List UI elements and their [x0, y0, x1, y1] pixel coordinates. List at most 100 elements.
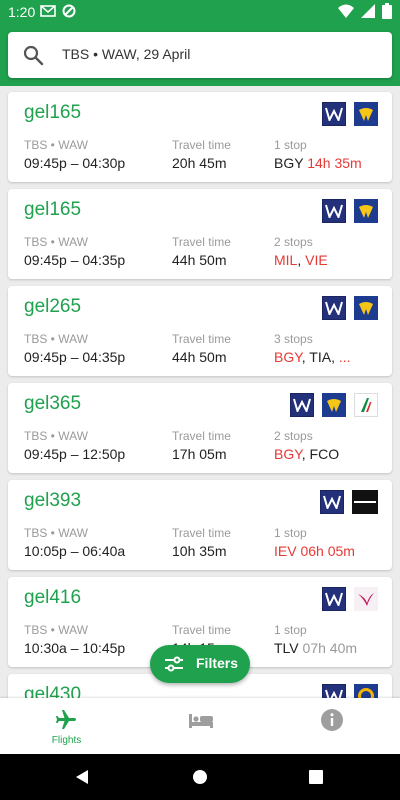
stop-segment: ... — [338, 349, 351, 365]
flight-card[interactable]: gel265 TBS • WAW 09:45p – 04:35p Travel tim… — [8, 286, 392, 376]
status-time: 1:20 — [8, 4, 36, 20]
signal-icon — [361, 4, 375, 18]
flight-times: 09:45p – 12:50p — [24, 446, 126, 462]
alitalia-logo-icon — [354, 393, 378, 417]
duration-column: Travel time 17h 05m — [172, 429, 231, 462]
nav-flights[interactable]: Flights — [0, 698, 133, 754]
stops-column: 1 stop IEV 06h 05m — [274, 526, 355, 559]
flight-price: gel165 — [24, 102, 82, 123]
flight-price: gel365 — [24, 393, 82, 414]
duration-column: Travel time 44h 50m — [172, 332, 231, 365]
stops-detail: IEV 06h 05m — [274, 543, 355, 559]
flight-list[interactable]: gel165 TBS • WAW 09:45p – 04:30p Travel tim… — [0, 86, 400, 698]
ryanair-logo-icon — [354, 296, 378, 320]
route-label: TBS • WAW — [24, 623, 88, 637]
stop-segment: BGY — [274, 155, 308, 171]
airline-logos — [320, 490, 378, 514]
airplane-icon — [56, 710, 76, 729]
route-column: TBS • WAW 09:45p – 12:50p — [24, 429, 125, 462]
nav-info[interactable] — [266, 698, 399, 754]
stops-column: 2 stops MIL, VIE — [274, 235, 328, 268]
system-nav-bar — [0, 754, 400, 800]
travel-duration: 10h 35m — [172, 543, 227, 559]
info-icon — [321, 709, 343, 731]
airline-logos — [322, 102, 378, 126]
wizz-air-logo-icon — [322, 684, 346, 698]
travel-time-label: Travel time — [172, 623, 231, 637]
nav-flights-label: Flights — [51, 735, 82, 746]
stops-detail: TLV 07h 40m — [274, 640, 357, 656]
stops-count: 2 stops — [274, 429, 313, 443]
travel-time-label: Travel time — [172, 138, 231, 152]
back-icon[interactable] — [74, 769, 90, 785]
route-column: TBS • WAW 09:45p – 04:30p — [24, 138, 125, 171]
route-column: TBS • WAW 09:45p – 04:35p — [24, 235, 125, 268]
travel-duration: 44h 50m — [172, 252, 227, 268]
duration-column: Travel time 10h 35m — [172, 526, 231, 559]
stops-detail: BGY 14h 35m — [274, 155, 362, 171]
bottom-nav: Flights — [0, 698, 400, 754]
stops-count: 1 stop — [274, 623, 307, 637]
stops-detail: BGY, TIA, ... — [274, 349, 351, 365]
travel-time-label: Travel time — [172, 526, 231, 540]
flight-price: gel416 — [24, 587, 82, 608]
flight-times: 10:05p – 06:40a — [24, 543, 126, 559]
airline-logos — [290, 393, 378, 417]
flight-price: gel393 — [24, 490, 82, 511]
wizz-air-logo-icon — [322, 296, 346, 320]
filters-button[interactable]: Filters — [150, 645, 250, 683]
stop-segment: , TIA, — [301, 349, 339, 365]
travel-time-label: Travel time — [172, 429, 231, 443]
status-bar: 1:20 — [0, 0, 400, 24]
stop-segment: , — [297, 252, 306, 268]
stops-column: 1 stop TLV 07h 40m — [274, 623, 357, 656]
route-label: TBS • WAW — [24, 526, 88, 540]
travel-time-label: Travel time — [172, 332, 231, 346]
route-column: TBS • WAW 09:45p – 04:35p — [24, 332, 125, 365]
stop-segment: , FCO — [301, 446, 340, 462]
airline-logos — [322, 296, 378, 320]
duration-column: Travel time 20h 45m — [172, 138, 231, 171]
wizz-air-logo-icon — [322, 587, 346, 611]
flight-times: 09:45p – 04:35p — [24, 349, 126, 365]
wizz-air-logo-icon — [320, 490, 344, 514]
flight-times: 10:30a – 10:45p — [24, 640, 126, 656]
ryanair-logo-icon — [354, 199, 378, 223]
flight-card[interactable]: gel365 TBS • WAW 09:45p – 12:50p Travel tim… — [8, 383, 392, 473]
recents-icon[interactable] — [309, 770, 323, 784]
ryanair-logo-icon — [354, 102, 378, 126]
flight-card[interactable]: gel165 TBS • WAW 09:45p – 04:35p Travel tim… — [8, 189, 392, 279]
bird-logo-icon — [354, 587, 378, 611]
stops-count: 1 stop — [274, 526, 307, 540]
stop-segment: 07h 40m — [302, 640, 358, 656]
stops-detail: BGY, FCO — [274, 446, 339, 462]
flight-times: 09:45p – 04:30p — [24, 155, 126, 171]
nav-hotels[interactable] — [133, 698, 266, 754]
flight-card[interactable]: gel393 TBS • WAW 10:05p – 06:40a Travel tim… — [8, 480, 392, 570]
flight-times: 09:45p – 04:35p — [24, 252, 126, 268]
airline-logos — [322, 587, 378, 611]
travel-time-label: Travel time — [172, 235, 231, 249]
wifi-icon — [338, 4, 354, 18]
route-column: TBS • WAW 10:30a – 10:45p — [24, 623, 125, 656]
flight-card[interactable]: gel165 TBS • WAW 09:45p – 04:30p Travel tim… — [8, 92, 392, 182]
duration-column: Travel time 44h 50m — [172, 235, 231, 268]
stops-column: 3 stops BGY, TIA, ... — [274, 332, 351, 365]
stop-segment: VIE — [305, 252, 328, 268]
route-label: TBS • WAW — [24, 235, 88, 249]
stops-count: 2 stops — [274, 235, 313, 249]
stop-segment: TLV — [274, 640, 303, 656]
stop-segment: BGY — [274, 446, 302, 462]
stops-column: 1 stop BGY 14h 35m — [274, 138, 362, 171]
ryanair-logo-icon — [322, 393, 346, 417]
filters-label: Filters — [196, 655, 239, 671]
home-icon[interactable] — [192, 769, 208, 785]
route-label: TBS • WAW — [24, 332, 88, 346]
stops-count: 3 stops — [274, 332, 313, 346]
lufthansa-logo-icon — [354, 684, 378, 698]
stop-segment: BGY — [274, 349, 302, 365]
wizz-air-logo-icon — [322, 199, 346, 223]
bed-icon — [189, 714, 213, 728]
search-bar[interactable]: TBS • WAW, 29 April — [8, 32, 392, 78]
route-label: TBS • WAW — [24, 138, 88, 152]
